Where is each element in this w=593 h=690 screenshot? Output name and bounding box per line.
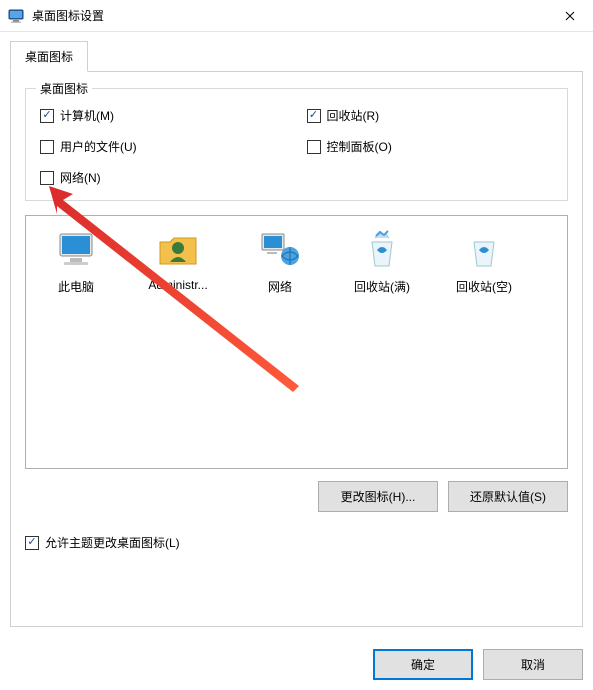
preview-network[interactable]: 网络 <box>238 228 322 295</box>
change-icon-button[interactable]: 更改图标(H)... <box>318 481 438 512</box>
checkbox-control-panel[interactable]: 控制面板(O) <box>307 138 554 155</box>
checkbox-label: 回收站(R) <box>327 107 380 124</box>
checkbox-icon <box>40 140 54 154</box>
restore-default-button[interactable]: 还原默认值(S) <box>448 481 568 512</box>
checkbox-icon <box>307 140 321 154</box>
preview-label: 此电脑 <box>58 278 94 295</box>
checkbox-grid: 计算机(M) 回收站(R) 用户的文件(U) 控制面板(O) 网络(N) <box>40 107 553 186</box>
network-icon <box>258 228 302 272</box>
checkbox-recycle-bin[interactable]: 回收站(R) <box>307 107 554 124</box>
checkbox-allow-themes[interactable]: 允许主题更改桌面图标(L) <box>25 534 568 551</box>
cancel-button[interactable]: 取消 <box>483 649 583 680</box>
checkbox-icon <box>40 109 54 123</box>
tab-strip: 桌面图标 <box>10 40 583 71</box>
title-text: 桌面图标设置 <box>32 7 547 24</box>
computer-icon <box>54 228 98 272</box>
close-icon <box>565 8 575 24</box>
desktop-icons-group: 桌面图标 计算机(M) 回收站(R) 用户的文件(U) 控制面板(O) <box>25 88 568 201</box>
checkbox-network[interactable]: 网络(N) <box>40 169 287 186</box>
preview-this-pc[interactable]: 此电脑 <box>34 228 118 295</box>
tab-page: 桌面图标 计算机(M) 回收站(R) 用户的文件(U) 控制面板(O) <box>10 71 583 627</box>
checkbox-label: 网络(N) <box>60 169 101 186</box>
checkbox-user-files[interactable]: 用户的文件(U) <box>40 138 287 155</box>
checkbox-label: 用户的文件(U) <box>60 138 137 155</box>
checkbox-label: 允许主题更改桌面图标(L) <box>45 534 180 551</box>
preview-label: 网络 <box>268 278 292 295</box>
preview-recycle-empty[interactable]: 回收站(空) <box>442 228 526 295</box>
checkbox-computer[interactable]: 计算机(M) <box>40 107 287 124</box>
dialog-button-row: 确定 取消 <box>0 637 593 690</box>
titlebar: 桌面图标设置 <box>0 0 593 32</box>
dialog-content: 桌面图标 桌面图标 计算机(M) 回收站(R) <box>0 32 593 637</box>
icon-action-row: 更改图标(H)... 还原默认值(S) <box>25 481 568 512</box>
app-icon <box>8 8 24 24</box>
preview-recycle-full[interactable]: 回收站(满) <box>340 228 424 295</box>
preview-label: 回收站(空) <box>456 278 512 295</box>
preview-user-folder[interactable]: Administr... <box>136 228 220 292</box>
icon-preview-list: 此电脑 Administr... <box>25 215 568 469</box>
checkbox-label: 计算机(M) <box>60 107 114 124</box>
checkbox-icon <box>25 536 39 550</box>
preview-label: 回收站(满) <box>354 278 410 295</box>
preview-label: Administr... <box>148 278 207 292</box>
user-folder-icon <box>156 228 200 272</box>
recycle-empty-icon <box>462 228 506 272</box>
ok-button[interactable]: 确定 <box>373 649 473 680</box>
tab-desktop-icons[interactable]: 桌面图标 <box>10 41 88 72</box>
checkbox-label: 控制面板(O) <box>327 138 392 155</box>
checkbox-icon <box>40 171 54 185</box>
recycle-full-icon <box>360 228 404 272</box>
checkbox-icon <box>307 109 321 123</box>
close-button[interactable] <box>547 0 593 32</box>
group-title: 桌面图标 <box>36 80 92 97</box>
